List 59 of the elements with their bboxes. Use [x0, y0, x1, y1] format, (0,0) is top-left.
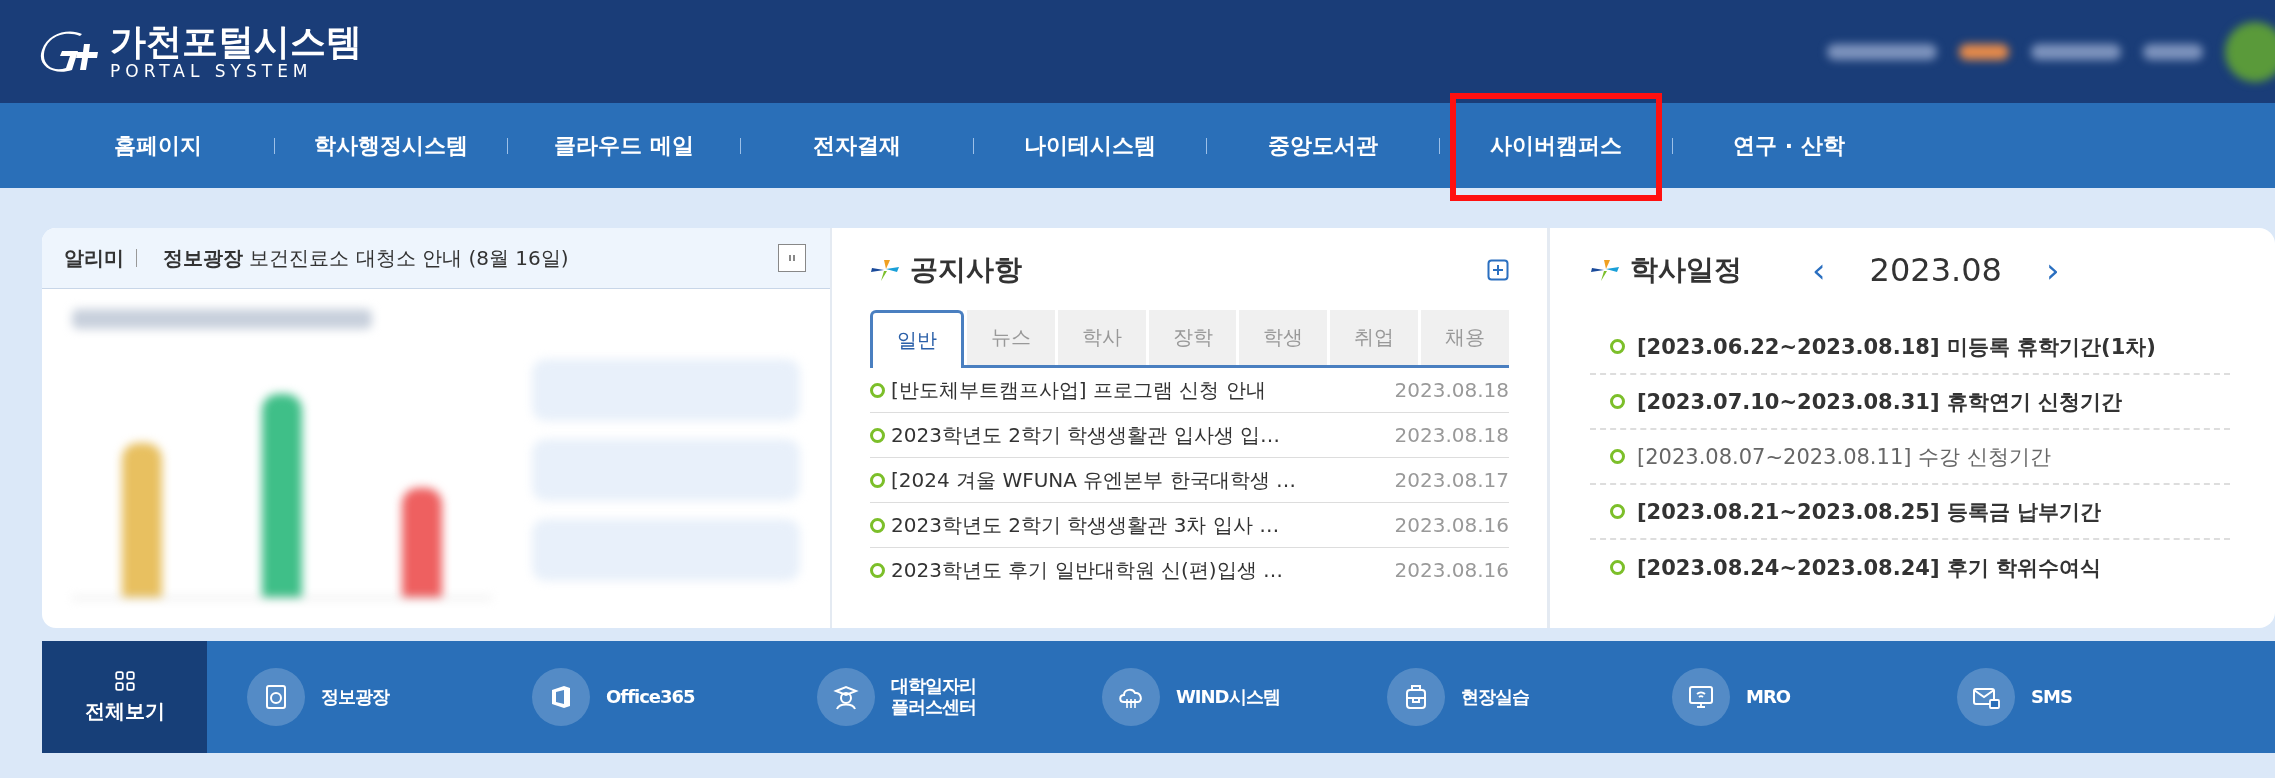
bullet-icon	[1610, 504, 1625, 519]
bullet-icon	[870, 517, 885, 533]
nav-link[interactable]: 중앙도서관	[1268, 130, 1378, 161]
notice-date: 2023.08.18	[1394, 423, 1509, 447]
section-title: 공지사항	[910, 252, 1022, 288]
logo-title: 가천포털시스템	[110, 21, 362, 62]
bullet-icon	[1610, 449, 1625, 464]
nav-link[interactable]: 클라우드 메일	[554, 130, 694, 161]
notice-link[interactable]: [2024 겨울 WFUNA 유엔본부 한국대학생 …	[891, 466, 1389, 494]
notice-date: 2023.08.17	[1394, 468, 1509, 492]
logo-subtitle: PORTAL SYSTEM	[110, 61, 314, 82]
notice-link[interactable]: 2023학년도 후기 일반대학원 신(편)입생 …	[891, 556, 1389, 584]
quick-link[interactable]: 대학일자리 플러스센터	[777, 641, 1062, 753]
notice-date: 2023.08.18	[1394, 378, 1509, 402]
category-tab[interactable]: 일반	[870, 310, 964, 368]
quick-link[interactable]: MRO	[1632, 641, 1917, 753]
notice-date: 2023.08.16	[1394, 513, 1509, 537]
bullet-icon	[1610, 339, 1625, 354]
schedule-link[interactable]: [2023.08.24~2023.08.24] 후기 학위수여식	[1637, 553, 2102, 582]
schedule-link[interactable]: [2023.07.10~2023.08.31] 휴학연기 신청기간	[1637, 387, 2123, 416]
quick-link[interactable]: 정보광장	[207, 641, 492, 753]
logo-icon	[40, 29, 100, 74]
pinwheel-icon	[1590, 258, 1620, 282]
alert-message[interactable]: 정보광장 보건진료소 대청소 안내 (8월 16일)	[163, 244, 766, 272]
bullet-icon	[1610, 560, 1625, 575]
nav-link[interactable]: 학사행정시스템	[314, 130, 468, 161]
notice-link[interactable]: 2023학년도 2학기 학생생활관 입사생 입…	[891, 421, 1389, 449]
pinwheel-icon	[870, 258, 900, 282]
section-title: 학사일정	[1630, 252, 1742, 288]
nav-link[interactable]: 사이버캠퍼스	[1490, 130, 1622, 161]
grid-icon	[113, 669, 136, 692]
view-all-button[interactable]: 전체보기	[42, 641, 207, 753]
schedule-link[interactable]: [2023.06.22~2023.08.18] 미등록 휴학기간(1차)	[1637, 332, 2156, 361]
bullet-icon	[1610, 394, 1625, 409]
more-button[interactable]	[1487, 259, 1509, 281]
schedule-link[interactable]: [2023.08.07~2023.08.11] 수강 신청기간	[1637, 442, 2051, 471]
notice-date: 2023.08.16	[1394, 558, 1509, 582]
bullet-icon	[870, 382, 885, 398]
pause-button[interactable]	[778, 244, 806, 272]
notice-link[interactable]: 2023학년도 2학기 학생생활관 3차 입사 …	[891, 511, 1389, 539]
quick-link[interactable]: SMS	[1917, 641, 2202, 753]
quick-link[interactable]: 현장실습	[1347, 641, 1632, 753]
month-label: 2023.08	[1869, 251, 2002, 289]
alert-label: 알리미	[64, 244, 124, 272]
nav-link[interactable]: 홈페이지	[114, 130, 202, 161]
category-tab[interactable]: 장학	[1148, 310, 1237, 365]
bullet-icon	[870, 562, 885, 578]
bullet-icon	[870, 427, 885, 443]
nav-link[interactable]: 연구 · 산학	[1733, 130, 1845, 161]
pause-icon	[787, 253, 797, 263]
schedule-link[interactable]: [2023.08.21~2023.08.25] 등록금 납부기간	[1637, 497, 2102, 526]
nav-link[interactable]: 나이테시스템	[1024, 130, 1156, 161]
bullet-icon	[870, 472, 885, 488]
quick-link[interactable]: Office365	[492, 641, 777, 753]
quick-link[interactable]: WIND시스템	[1062, 641, 1347, 753]
nav-link[interactable]: 전자결재	[813, 130, 901, 161]
previous-month-button[interactable]: ‹	[1812, 250, 1826, 290]
next-month-button[interactable]: ›	[2045, 250, 2060, 290]
notice-link[interactable]: [반도체부트캠프사업] 프로그램 신청 안내	[891, 376, 1389, 404]
